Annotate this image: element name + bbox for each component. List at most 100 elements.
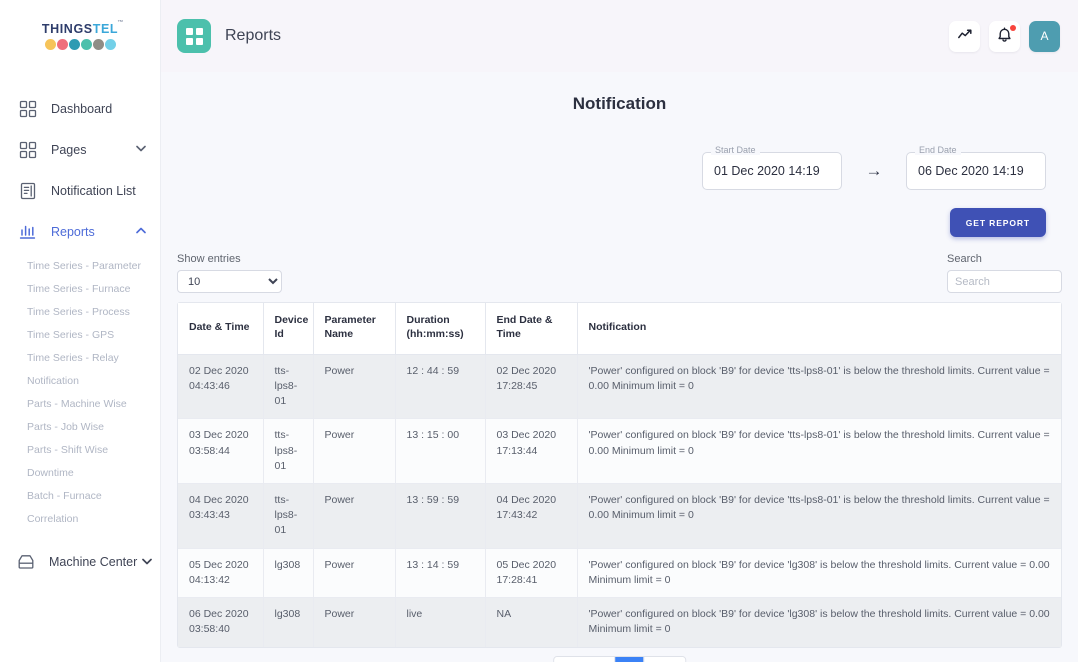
start-date-value[interactable]: 01 Dec 2020 14:19 xyxy=(702,152,842,190)
machine-center-selector[interactable]: Machine Center xyxy=(0,542,160,582)
search-group: Search xyxy=(947,253,1062,293)
cell-end-datetime: 03 Dec 2020 17:13:44 xyxy=(485,419,577,484)
bar-chart-icon xyxy=(18,222,38,242)
pagination-page-1[interactable]: 1 xyxy=(616,657,645,662)
table-header-cell-0: Date & Time xyxy=(178,303,263,354)
cell-datetime: 05 Dec 2020 04:13:42 xyxy=(178,548,263,597)
cell-device-id: tts-lps8-01 xyxy=(263,419,313,484)
avatar[interactable]: A xyxy=(1029,21,1060,52)
server-icon xyxy=(16,552,36,572)
start-date-field[interactable]: Start Date 01 Dec 2020 14:19 xyxy=(702,152,842,190)
cell-parameter: Power xyxy=(313,419,395,484)
sidebar-item-reports[interactable]: Reports xyxy=(0,211,160,252)
sidebar-item-label: Reports xyxy=(51,225,136,239)
sidebar-subnav-reports: Time Series - ParameterTime Series - Fur… xyxy=(0,252,160,534)
table-controls: Show entries 102550100 Search xyxy=(177,253,1062,293)
cell-datetime: 04 Dec 2020 03:43:43 xyxy=(178,484,263,549)
sidebar-item-notification-list[interactable]: Notification List xyxy=(0,170,160,211)
get-report-button[interactable]: GET REPORT xyxy=(950,208,1046,237)
chevron-down-icon[interactable] xyxy=(142,557,152,568)
cell-duration: 13 : 15 : 00 xyxy=(395,419,485,484)
app-root: THINGSTEL™ Dashboard xyxy=(0,0,1078,662)
cell-notification: 'Power' configured on block 'B9' for dev… xyxy=(577,548,1061,597)
pagination: Previous 1 Next xyxy=(553,656,687,662)
brand-dot xyxy=(45,39,56,50)
sidebar-subitem-4[interactable]: Time Series - Relay xyxy=(0,346,160,369)
chevron-up-icon[interactable] xyxy=(136,227,146,237)
cell-device-id: lg308 xyxy=(263,548,313,597)
table-row[interactable]: 05 Dec 2020 04:13:42lg308Power13 : 14 : … xyxy=(178,548,1061,597)
grid-app-icon[interactable] xyxy=(177,19,211,53)
pagination-next[interactable]: Next xyxy=(645,657,686,662)
show-entries-group: Show entries 102550100 xyxy=(177,253,282,293)
sidebar-subitem-5[interactable]: Notification xyxy=(0,369,160,392)
sidebar-item-dashboard[interactable]: Dashboard xyxy=(0,88,160,129)
table-header-cell-3: Duration(hh:mm:ss) xyxy=(395,303,485,354)
cell-duration: 13 : 59 : 59 xyxy=(395,484,485,549)
sidebar-subitem-10[interactable]: Batch - Furnace xyxy=(0,484,160,507)
show-entries-select[interactable]: 102550100 xyxy=(177,270,282,293)
brand-dot xyxy=(69,39,80,50)
brand-logo-dots xyxy=(45,39,116,50)
pagination-previous[interactable]: Previous xyxy=(554,657,616,662)
sidebar-subitem-3[interactable]: Time Series - GPS xyxy=(0,323,160,346)
end-date-column: End Date 06 Dec 2020 14:19 GET REPORT xyxy=(906,152,1046,237)
sidebar-subitem-8[interactable]: Parts - Shift Wise xyxy=(0,438,160,461)
brand-dot xyxy=(81,39,92,50)
chevron-down-icon[interactable] xyxy=(136,145,146,155)
table-row[interactable]: 04 Dec 2020 03:43:43tts-lps8-01Power13 :… xyxy=(178,484,1061,549)
cell-end-datetime: NA xyxy=(485,598,577,647)
brand-dot xyxy=(105,39,116,50)
table-row[interactable]: 02 Dec 2020 04:43:46tts-lps8-01Power12 :… xyxy=(178,354,1061,419)
sidebar-item-label: Dashboard xyxy=(51,102,160,116)
table-row[interactable]: 03 Dec 2020 03:58:44tts-lps8-01Power13 :… xyxy=(178,419,1061,484)
table-header-row: Date & TimeDeviceIdParameterNameDuration… xyxy=(178,303,1061,354)
show-entries-label: Show entries xyxy=(177,253,282,265)
trend-chart-icon-button[interactable] xyxy=(949,21,980,52)
machine-center-label: Machine Center xyxy=(49,555,137,569)
cell-notification: 'Power' configured on block 'B9' for dev… xyxy=(577,354,1061,419)
grid-icon xyxy=(18,140,38,160)
sidebar-subitem-7[interactable]: Parts - Job Wise xyxy=(0,415,160,438)
cell-parameter: Power xyxy=(313,598,395,647)
notifications-bell-button[interactable] xyxy=(989,21,1020,52)
brand-dot xyxy=(57,39,68,50)
table-body: 02 Dec 2020 04:43:46tts-lps8-01Power12 :… xyxy=(178,354,1061,646)
brand-logo[interactable]: THINGSTEL™ xyxy=(0,0,160,72)
trend-chart-icon xyxy=(957,27,973,46)
date-filter-row: Start Date 01 Dec 2020 14:19 → End Date … xyxy=(177,152,1062,237)
sidebar-item-pages[interactable]: Pages xyxy=(0,129,160,170)
arrow-right-icon: → xyxy=(842,152,906,190)
sidebar-subitem-1[interactable]: Time Series - Furnace xyxy=(0,277,160,300)
table-header-cell-5: Notification xyxy=(577,303,1061,354)
sidebar-subitem-0[interactable]: Time Series - Parameter xyxy=(0,254,160,277)
table-row[interactable]: 06 Dec 2020 03:58:40lg308PowerliveNA'Pow… xyxy=(178,598,1061,647)
notifications-table: Date & TimeDeviceIdParameterNameDuration… xyxy=(178,303,1061,647)
end-date-value[interactable]: 06 Dec 2020 14:19 xyxy=(906,152,1046,190)
sidebar-subitem-2[interactable]: Time Series - Process xyxy=(0,300,160,323)
search-label: Search xyxy=(947,253,1062,265)
brand-name-part2: TEL xyxy=(93,22,118,36)
end-date-field[interactable]: End Date 06 Dec 2020 14:19 xyxy=(906,152,1046,190)
cell-device-id: tts-lps8-01 xyxy=(263,484,313,549)
cell-duration: 12 : 44 : 59 xyxy=(395,354,485,419)
grid-app-icon-glyph xyxy=(186,28,203,45)
cell-parameter: Power xyxy=(313,354,395,419)
sidebar-item-label: Pages xyxy=(51,143,136,157)
search-input[interactable] xyxy=(947,270,1062,293)
cell-datetime: 02 Dec 2020 04:43:46 xyxy=(178,354,263,419)
grid-icon xyxy=(18,99,38,119)
notifications-table-wrapper: Date & TimeDeviceIdParameterNameDuration… xyxy=(177,302,1062,648)
sidebar-subitem-9[interactable]: Downtime xyxy=(0,461,160,484)
brand-dot xyxy=(93,39,104,50)
cell-device-id: lg308 xyxy=(263,598,313,647)
page-header-title: Reports xyxy=(225,27,940,45)
cell-datetime: 06 Dec 2020 03:58:40 xyxy=(178,598,263,647)
sidebar-subitem-11[interactable]: Correlation xyxy=(0,507,160,530)
sidebar: THINGSTEL™ Dashboard xyxy=(0,0,161,662)
end-date-label: End Date xyxy=(915,145,961,155)
table-header-cell-2: ParameterName xyxy=(313,303,395,354)
cell-duration: 13 : 14 : 59 xyxy=(395,548,485,597)
sidebar-subitem-6[interactable]: Parts - Machine Wise xyxy=(0,392,160,415)
page-title: Notification xyxy=(177,94,1062,114)
